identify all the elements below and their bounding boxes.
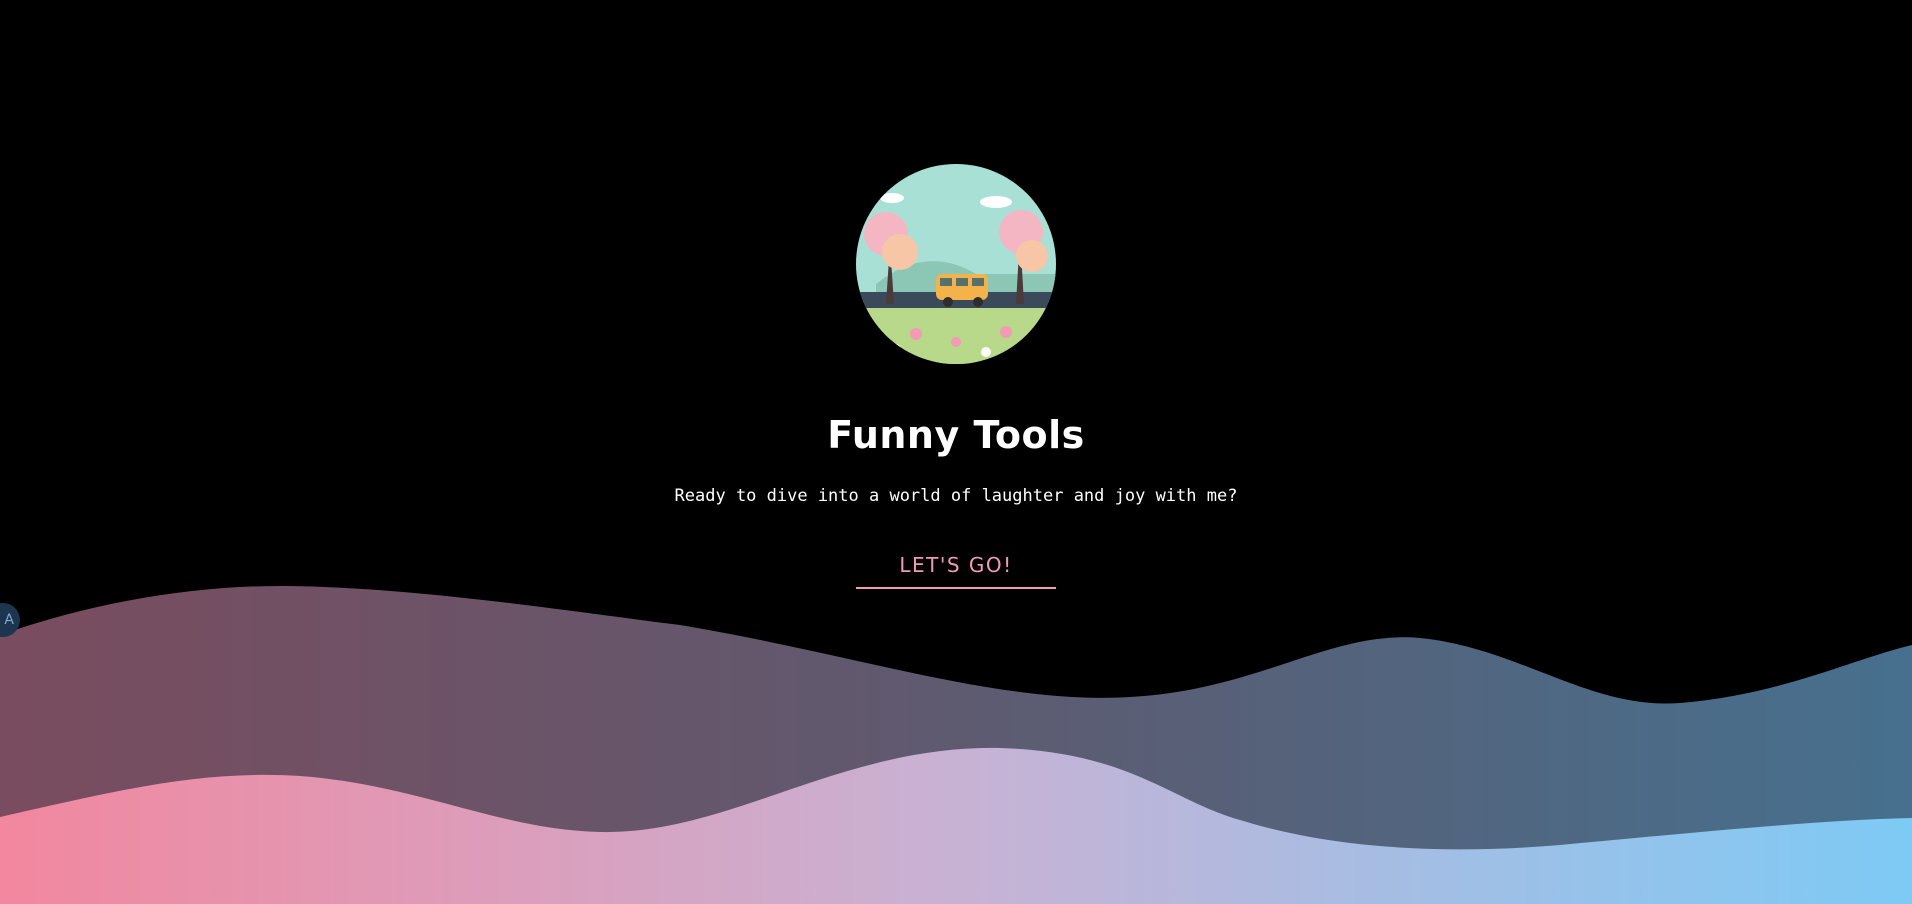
landing-page: A Funny Tools Ready to dive into a world…	[0, 0, 1912, 904]
lets-go-button[interactable]: LET'S GO!	[856, 545, 1056, 589]
hero-section: Funny Tools Ready to dive into a world o…	[0, 0, 1912, 589]
page-title: Funny Tools	[827, 413, 1085, 457]
van-landscape-icon	[856, 164, 1056, 364]
hero-subtitle: Ready to dive into a world of laughter a…	[674, 486, 1238, 506]
avatar	[856, 164, 1056, 364]
